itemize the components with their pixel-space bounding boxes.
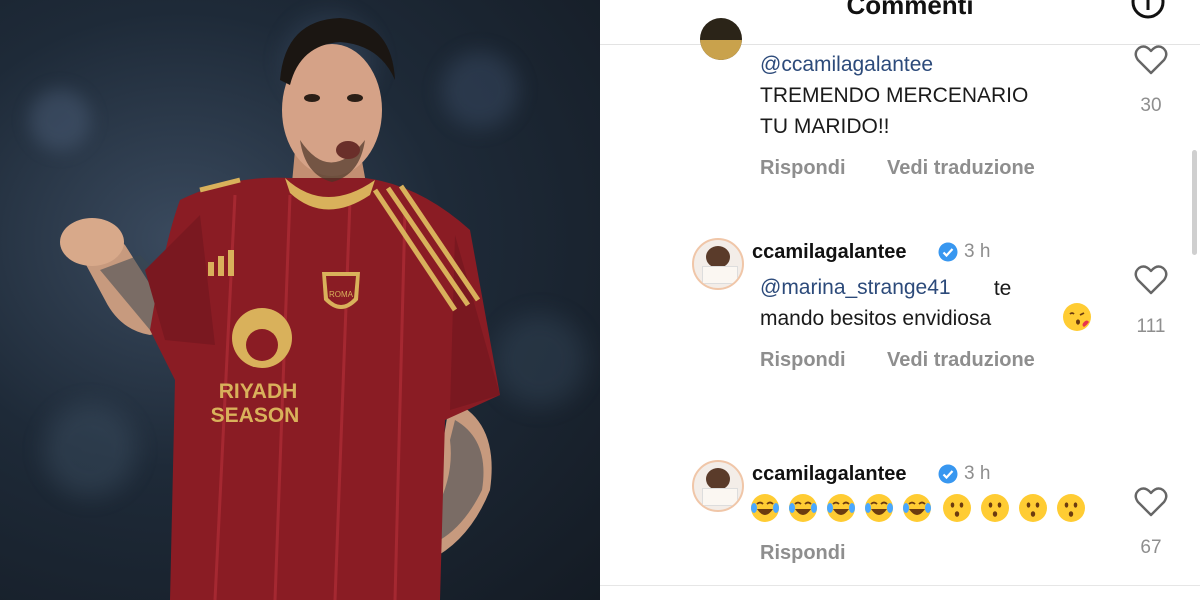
kissing-face-icon bbox=[1057, 494, 1085, 522]
face-with-tears-of-joy-icon bbox=[865, 494, 893, 522]
reply-button[interactable]: Rispondi bbox=[760, 157, 846, 180]
like-count: 30 bbox=[1140, 95, 1162, 116]
comment-text-line2: TU MARIDO!! bbox=[760, 115, 890, 138]
comment-text-line1: TREMENDO MERCENARIO bbox=[760, 84, 1029, 107]
comments-panel: Commenti @ccamilagalantee TREMENDO MERCE… bbox=[600, 0, 1200, 600]
comment-text-line2: mando besitos envidiosa bbox=[760, 307, 992, 330]
kissing-face-icon bbox=[981, 494, 1009, 522]
face-with-tears-of-joy-icon bbox=[827, 494, 855, 522]
verified-badge-icon bbox=[938, 464, 958, 484]
comment-time: 3 h bbox=[964, 241, 991, 262]
badge-text: ROMA bbox=[329, 290, 354, 299]
face-blowing-kiss-icon bbox=[1063, 303, 1091, 331]
reply-button[interactable]: Rispondi bbox=[760, 542, 846, 565]
reply-button[interactable]: Rispondi bbox=[760, 349, 846, 372]
comment-mention[interactable]: @ccamilagalantee bbox=[760, 53, 933, 77]
page-title: Commenti bbox=[846, 0, 974, 20]
player-photo: ROMA RIYADH SEASON bbox=[0, 0, 600, 600]
avatar[interactable] bbox=[692, 460, 744, 512]
scrollbar[interactable] bbox=[1192, 150, 1197, 255]
like-count: 67 bbox=[1140, 537, 1162, 558]
comment-username[interactable]: ccamilagalantee bbox=[752, 241, 907, 264]
heart-icon[interactable] bbox=[1134, 265, 1168, 295]
comment-mention[interactable]: @marina_strange41 bbox=[760, 276, 951, 300]
comment-username[interactable]: ccamilagalantee bbox=[752, 463, 907, 486]
heart-icon[interactable] bbox=[1134, 45, 1168, 75]
face-with-tears-of-joy-icon bbox=[789, 494, 817, 522]
avatar[interactable] bbox=[692, 238, 744, 290]
face-with-tears-of-joy-icon bbox=[903, 494, 931, 522]
sponsor-line2: SEASON bbox=[211, 404, 300, 427]
see-translation-button[interactable]: Vedi traduzione bbox=[887, 157, 1035, 180]
divider bbox=[600, 585, 1200, 586]
comment-time: 3 h bbox=[964, 463, 991, 484]
player-illustration: ROMA RIYADH SEASON bbox=[60, 18, 500, 600]
comment-text-continued: te bbox=[988, 277, 1012, 300]
comments-header: Commenti bbox=[600, 0, 1200, 45]
kissing-face-icon bbox=[1019, 494, 1047, 522]
face-with-tears-of-joy-icon bbox=[751, 494, 779, 522]
like-count: 111 bbox=[1136, 316, 1166, 337]
see-translation-button[interactable]: Vedi traduzione bbox=[887, 349, 1035, 372]
avatar[interactable] bbox=[700, 18, 742, 60]
kissing-face-icon bbox=[943, 494, 971, 522]
sponsor-line1: RIYADH bbox=[219, 380, 298, 403]
verified-badge-icon bbox=[938, 242, 958, 262]
info-icon[interactable] bbox=[1130, 0, 1166, 20]
heart-icon[interactable] bbox=[1134, 487, 1168, 517]
